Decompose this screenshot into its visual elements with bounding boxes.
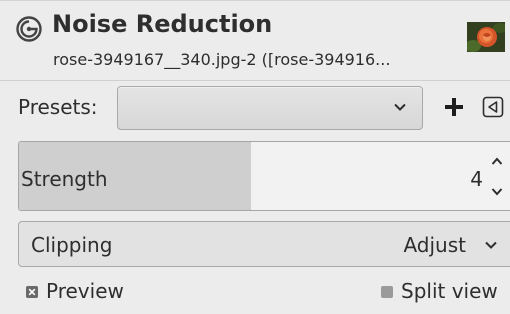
clipping-label: Clipping bbox=[31, 233, 113, 257]
rose-thumbnail bbox=[467, 22, 505, 52]
header-separator bbox=[0, 80, 510, 81]
chevron-down-icon[interactable] bbox=[490, 186, 504, 198]
dialog-title: Noise Reduction bbox=[52, 10, 273, 38]
strength-value[interactable]: 4 bbox=[470, 167, 483, 191]
split-view-label: Split view bbox=[401, 279, 498, 303]
checkbox-unchecked-icon bbox=[381, 286, 393, 298]
rose-thumbnail-image bbox=[467, 22, 505, 52]
checkbox-checked-icon bbox=[26, 286, 38, 298]
strength-label: Strength bbox=[21, 167, 108, 191]
presets-combo[interactable] bbox=[117, 86, 423, 130]
clipping-value: Adjust bbox=[403, 233, 466, 257]
dialog-header: Noise Reduction rose-3949167__340.jpg-2 … bbox=[0, 0, 510, 80]
plus-icon[interactable] bbox=[441, 92, 467, 122]
preview-label: Preview bbox=[46, 279, 124, 303]
chevron-up-icon[interactable] bbox=[490, 155, 504, 167]
chevron-down-icon bbox=[485, 241, 497, 249]
split-view-checkbox[interactable]: Split view bbox=[381, 279, 510, 303]
clipping-combo[interactable]: Clipping Adjust bbox=[18, 221, 510, 267]
image-subtitle: rose-3949167__340.jpg-2 ([rose-394916... bbox=[53, 50, 391, 69]
gimp-swirl-icon bbox=[16, 16, 42, 42]
strength-spin-scale[interactable]: Strength 4 bbox=[18, 141, 510, 211]
triangle-left-menu-icon[interactable] bbox=[482, 96, 504, 118]
chevron-down-icon bbox=[394, 103, 406, 111]
noise-reduction-dialog: Noise Reduction rose-3949167__340.jpg-2 … bbox=[0, 0, 510, 314]
preview-checkbox[interactable]: Preview bbox=[26, 279, 166, 303]
presets-label: Presets: bbox=[18, 95, 98, 119]
